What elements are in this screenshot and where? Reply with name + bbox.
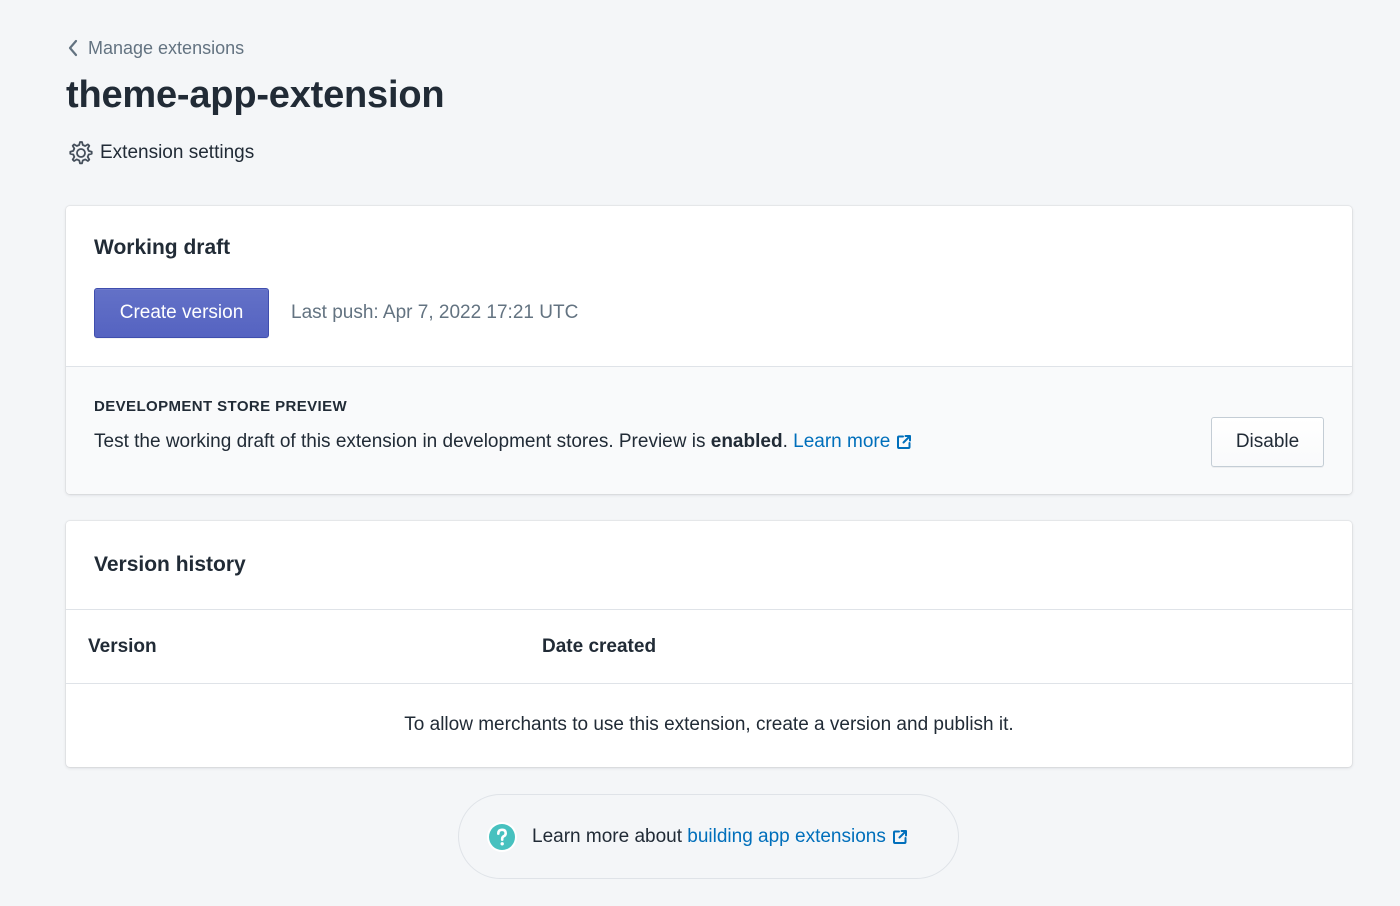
preview-status: enabled bbox=[710, 431, 783, 452]
page-title: theme-app-extension bbox=[66, 74, 445, 116]
external-link-icon bbox=[896, 434, 912, 450]
column-header-version: Version bbox=[88, 636, 157, 657]
building-app-extensions-link[interactable]: building app extensions bbox=[687, 826, 908, 848]
preview-description: Test the working draft of this extension… bbox=[94, 431, 912, 453]
gear-icon bbox=[66, 139, 94, 167]
working-draft-title: Working draft bbox=[94, 236, 231, 259]
last-push-text: Last push: Apr 7, 2022 17:21 UTC bbox=[291, 302, 579, 323]
breadcrumb-back-link[interactable]: Manage extensions bbox=[66, 37, 244, 59]
question-circle-icon bbox=[486, 821, 518, 853]
create-version-button[interactable]: Create version bbox=[94, 288, 269, 338]
disable-preview-button[interactable]: Disable bbox=[1211, 417, 1324, 467]
extension-settings-link[interactable]: Extension settings bbox=[66, 139, 254, 167]
working-draft-card: Working draft Create version Last push: … bbox=[66, 206, 1352, 494]
development-store-preview-section: DEVELOPMENT STORE PREVIEW Test the worki… bbox=[66, 366, 1352, 494]
footer-text: Learn more about bbox=[532, 825, 688, 847]
version-table-header: Version Date created bbox=[66, 610, 1352, 684]
working-draft-actions: Create version Last push: Apr 7, 2022 17… bbox=[94, 288, 578, 338]
learn-more-label: Learn more bbox=[793, 431, 891, 452]
preview-text-start: Test the working draft of this extension… bbox=[94, 431, 711, 452]
version-history-card: Version history Version Date created To … bbox=[66, 521, 1352, 767]
footer-help: Learn more about building app extensions bbox=[458, 794, 959, 879]
working-draft-section: Working draft Create version Last push: … bbox=[66, 206, 1352, 366]
building-app-extensions-label: building app extensions bbox=[687, 825, 886, 847]
version-history-title: Version history bbox=[94, 553, 246, 576]
chevron-left-icon bbox=[66, 37, 80, 59]
footer-help-text: Learn more about building app extensions bbox=[532, 826, 908, 848]
page: Manage extensions theme-app-extension Ex… bbox=[0, 0, 1400, 906]
learn-more-link[interactable]: Learn more bbox=[793, 431, 912, 453]
preview-text-end: . bbox=[782, 431, 794, 452]
extension-settings-label: Extension settings bbox=[100, 142, 255, 163]
version-history-header: Version history bbox=[66, 521, 1352, 610]
version-table-empty-state: To allow merchants to use this extension… bbox=[404, 714, 1014, 735]
breadcrumb-label: Manage extensions bbox=[88, 37, 245, 58]
external-link-icon bbox=[892, 829, 908, 845]
preview-heading: DEVELOPMENT STORE PREVIEW bbox=[94, 398, 348, 415]
column-header-date-created: Date created bbox=[542, 636, 657, 657]
